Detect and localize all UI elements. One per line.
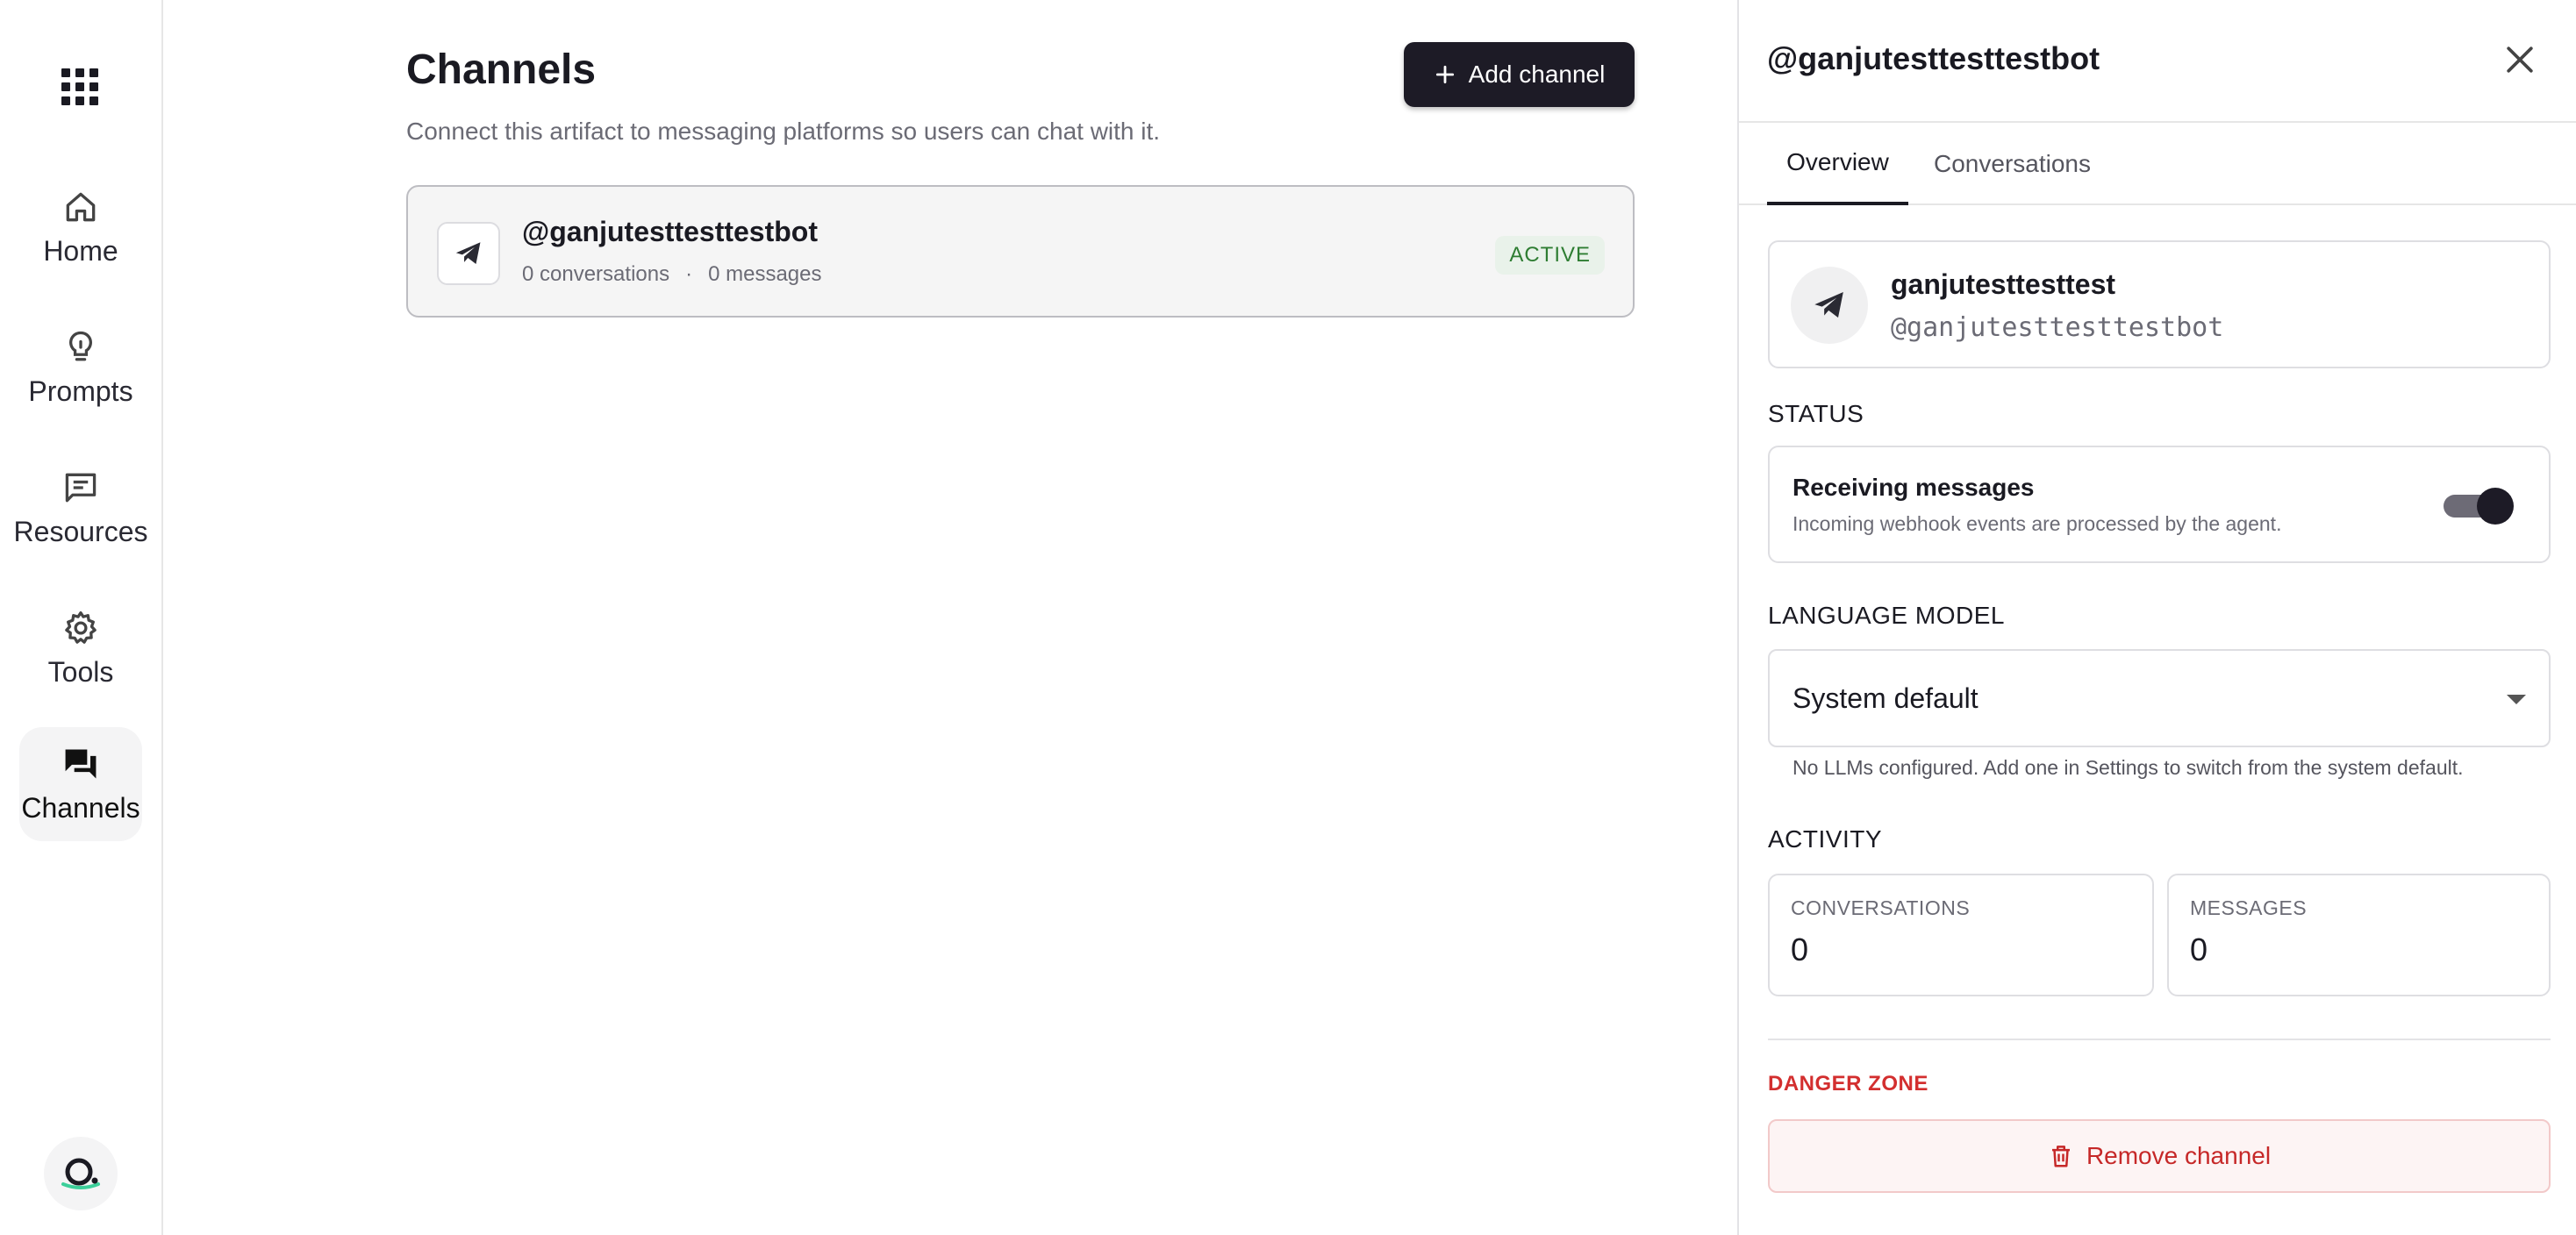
sidebar-item-label: Resources [13,515,148,547]
bot-handle: @ganjutesttesttestbot [1891,312,2224,343]
forum-icon [65,749,97,778]
app-root: Home Prompts Resources Tools Channels Ch… [0,0,2576,1235]
stat-label: CONVERSATIONS [1791,896,1971,919]
sidebar: Home Prompts Resources Tools Channels [0,0,163,1235]
page-subtitle: Connect this artifact to messaging platf… [406,118,1161,145]
channel-detail-panel: @ganjutesttesttestbot Overview Conversat… [1737,0,2576,1235]
sidebar-item-tools[interactable]: Tools [19,591,142,705]
bot-avatar [1791,267,1868,344]
activity-section-label: ACTIVITY [1768,825,1883,853]
message-square-icon [65,473,97,502]
status-title: Receiving messages [1792,474,2035,501]
channel-name: @ganjutesttesttestbot [522,216,818,247]
stat-value: 0 [1791,932,1809,967]
channel-meta: 0 conversations · 0 messages [522,262,822,287]
language-model-select[interactable]: System default [1768,649,2551,747]
toggle-knob [2477,488,2514,525]
add-channel-button[interactable]: Add channel [1404,42,1635,107]
status-description: Incoming webhook events are processed by… [1792,512,2282,535]
language-model-value: System default [1792,682,1979,714]
bot-display-name: ganjutesttesttest [1891,268,2116,300]
remove-channel-button[interactable]: Remove channel [1768,1119,2551,1193]
language-model-hint: No LLMs configured. Add one in Settings … [1792,756,2464,779]
logo-icon [61,1158,100,1189]
remove-channel-label: Remove channel [2086,1142,2272,1169]
telegram-icon [1814,292,1843,318]
status-card: Receiving messages Incoming webhook even… [1768,446,2551,563]
language-model-section-label: LANGUAGE MODEL [1768,602,2005,629]
channel-icon-box [437,222,500,285]
close-icon[interactable] [2501,40,2539,79]
grid-icon[interactable] [61,68,98,105]
stat-value: 0 [2190,932,2208,967]
status-badge: ACTIVE [1495,236,1605,275]
sidebar-item-resources[interactable]: Resources [14,451,147,565]
plus-icon [1435,65,1454,84]
add-channel-label: Add channel [1468,61,1606,88]
sidebar-item-label: Home [43,234,118,267]
account-avatar[interactable] [44,1137,118,1210]
lightbulb-icon [69,331,92,361]
telegram-icon [455,242,481,265]
divider [1768,1039,2551,1040]
panel-tabs: Overview Conversations [1739,121,2576,205]
tab-overview[interactable]: Overview [1767,123,1908,205]
gear-icon [65,610,97,644]
receiving-messages-toggle[interactable] [2444,488,2514,525]
sidebar-item-label: Channels [21,791,140,824]
messages-stat-card: MESSAGES 0 [2167,874,2551,996]
sidebar-item-label: Tools [47,655,114,688]
home-icon [66,192,96,221]
channel-card[interactable]: @ganjutesttesttestbot 0 conversations · … [406,185,1635,318]
bot-info-card: ganjutesttesttest @ganjutesttesttestbot [1768,240,2551,368]
caret-down-icon [2507,695,2526,704]
meta-separator: · [685,262,693,286]
sidebar-item-label: Prompts [28,375,133,407]
trash-icon [2051,1146,2070,1167]
channel-conversation-count: 0 conversations [522,262,670,286]
sidebar-item-home[interactable]: Home [19,170,142,284]
main-content: Channels Connect this artifact to messag… [165,0,1737,1235]
sidebar-item-prompts[interactable]: Prompts [19,311,142,425]
page-title: Channels [406,46,597,93]
status-section-label: STATUS [1768,400,1864,427]
stat-label: MESSAGES [2190,896,2308,919]
conversations-stat-card: CONVERSATIONS 0 [1768,874,2154,996]
danger-zone-label: DANGER ZONE [1768,1072,1928,1096]
channel-message-count: 0 messages [708,262,822,286]
tab-conversations[interactable]: Conversations [1934,123,2091,205]
panel-title: @ganjutesttesttestbot [1767,40,2100,76]
sidebar-item-channels[interactable]: Channels [19,727,142,841]
